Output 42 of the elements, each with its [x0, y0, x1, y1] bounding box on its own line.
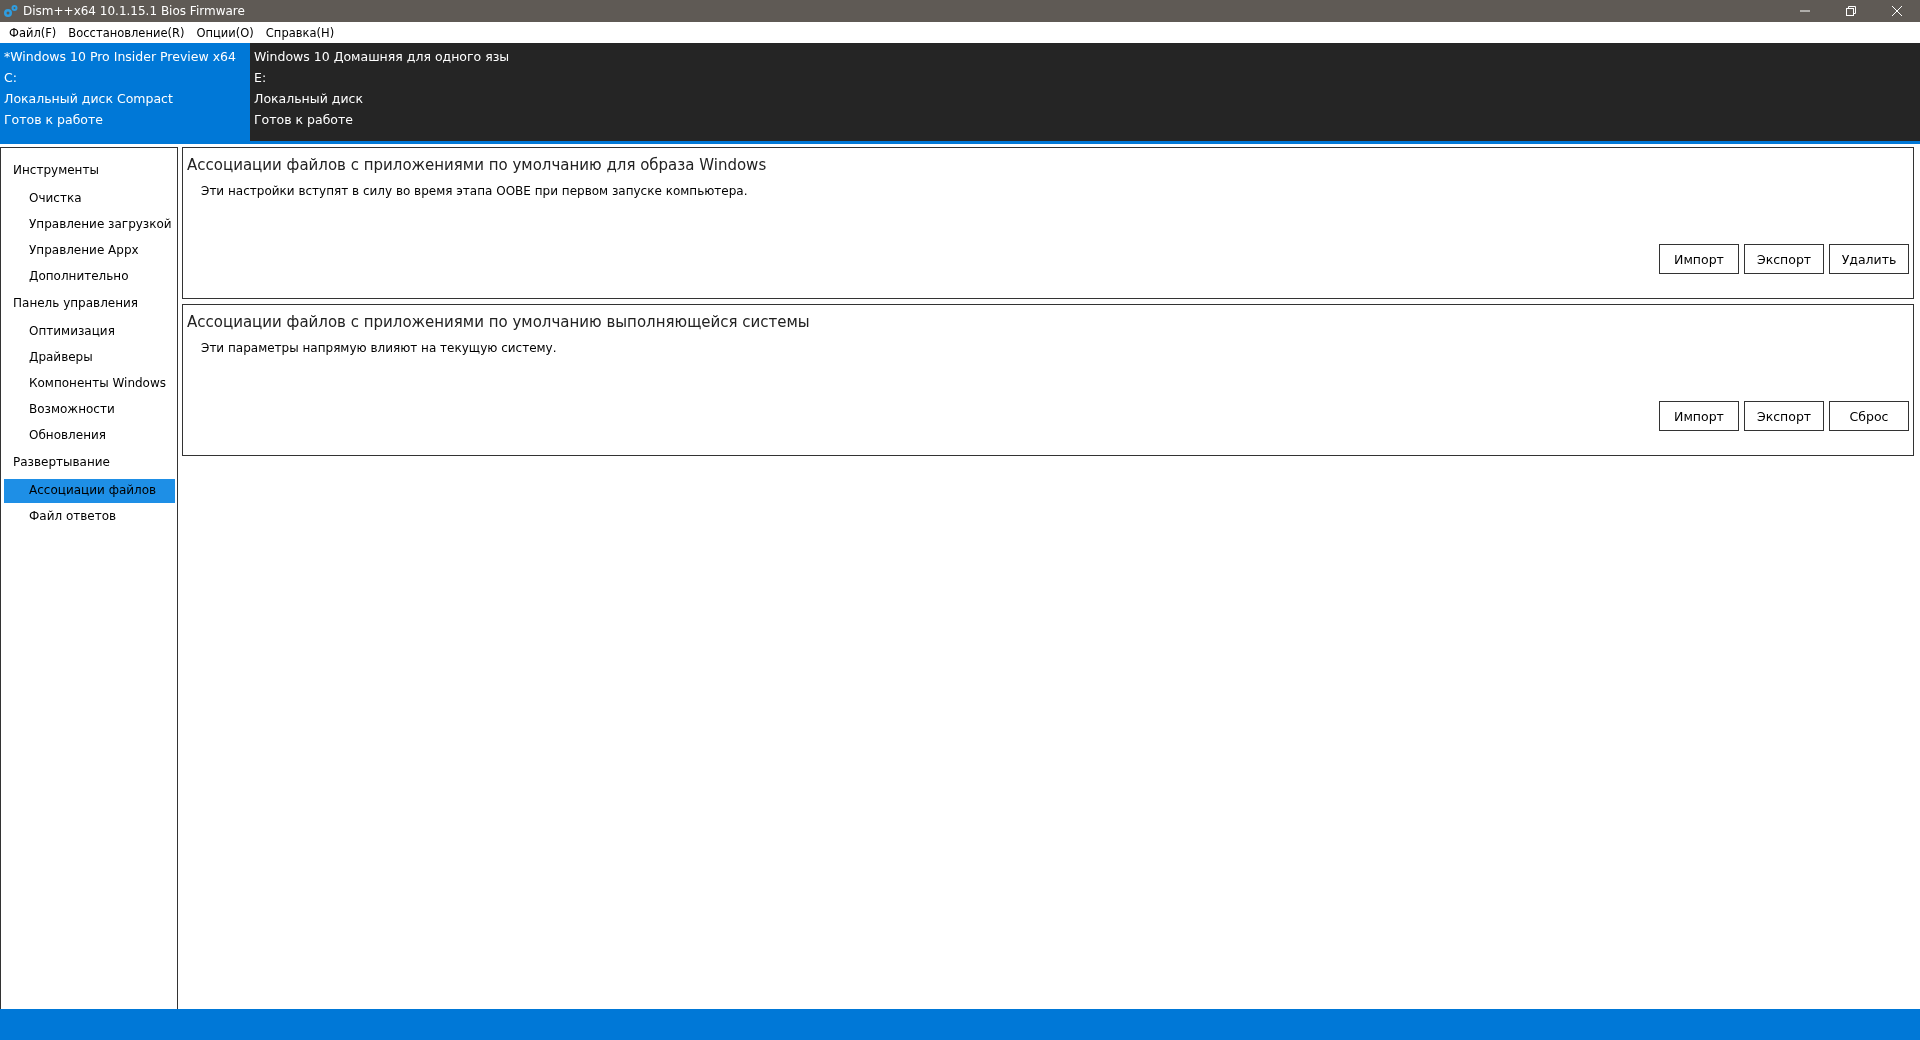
- sidebar-item[interactable]: Очистка: [4, 187, 175, 211]
- image-info-text: E:: [254, 70, 268, 87]
- gears-icon: [3, 4, 19, 18]
- menu-item[interactable]: Восстановление(R): [62, 25, 191, 40]
- menu-item[interactable]: Справка(H): [259, 25, 341, 40]
- image-info-text: Готов к работе: [254, 112, 354, 129]
- sidebar-item[interactable]: Компоненты Windows: [4, 372, 175, 396]
- sidebar-item[interactable]: Возможности: [4, 398, 175, 422]
- panel-title: Ассоциации файлов с приложениями по умолчанию выполняющейся системы: [187, 313, 811, 331]
- system-image-card[interactable]: Windows 10 Домашняя для одного язы E: Локальный диск Готов к работе: [250, 43, 514, 141]
- sidebar-item[interactable]: Управление загрузкой: [4, 213, 175, 237]
- close-icon[interactable]: [1891, 5, 1903, 17]
- sidebar-item[interactable]: Оптимизация: [4, 320, 175, 344]
- window-title: Dism++x64 10.1.15.1 Bios Firmware: [23, 4, 245, 18]
- menu-item[interactable]: Файл(F): [3, 25, 63, 40]
- panel-description: Эти параметры напрямую влияют на текущую систему.: [201, 341, 558, 355]
- sidebar-item[interactable]: Файл ответов: [4, 505, 175, 529]
- sidebar-item[interactable]: Обновления: [4, 424, 175, 448]
- action-button[interactable]: Экспорт: [1744, 244, 1824, 274]
- image-info-text: Windows 10 Домашняя для одного язы: [254, 49, 510, 66]
- sidebar-group-label: Инструменты: [12, 162, 100, 179]
- sidebar-item[interactable]: Управление Appx: [4, 239, 175, 263]
- image-info-text: Готов к работе: [4, 112, 104, 129]
- menu-item[interactable]: Опции(O): [190, 25, 260, 40]
- image-info-text: Локальный диск: [254, 91, 364, 108]
- action-button[interactable]: Импорт: [1659, 244, 1739, 274]
- sidebar-item[interactable]: Дополнительно: [4, 265, 175, 289]
- action-button[interactable]: Удалить: [1829, 244, 1909, 274]
- sidebar-item[interactable]: Ассоциации файлов: [4, 479, 175, 503]
- restore-icon[interactable]: [1845, 5, 1857, 17]
- action-button[interactable]: Импорт: [1659, 401, 1739, 431]
- image-info-text: *Windows 10 Pro Insider Preview x64: [4, 49, 237, 66]
- system-image-card[interactable]: *Windows 10 Pro Insider Preview x64 C: Локальный диск Compact Готов к работе: [0, 43, 250, 141]
- sidebar-group-label: Развертывание: [12, 454, 111, 471]
- image-info-text: Локальный диск Compact: [4, 91, 174, 108]
- sidebar-item[interactable]: Драйверы: [4, 346, 175, 370]
- panel-description: Эти настройки вступят в силу во время этапа OOBE при первом запуске компьютера.: [201, 184, 749, 198]
- image-info-text: C:: [4, 70, 18, 87]
- panel-title: Ассоциации файлов с приложениями по умолчанию для образа Windows: [187, 156, 768, 174]
- action-button[interactable]: Экспорт: [1744, 401, 1824, 431]
- action-button[interactable]: Сброс: [1829, 401, 1909, 431]
- sidebar-group-label: Панель управления: [12, 295, 140, 312]
